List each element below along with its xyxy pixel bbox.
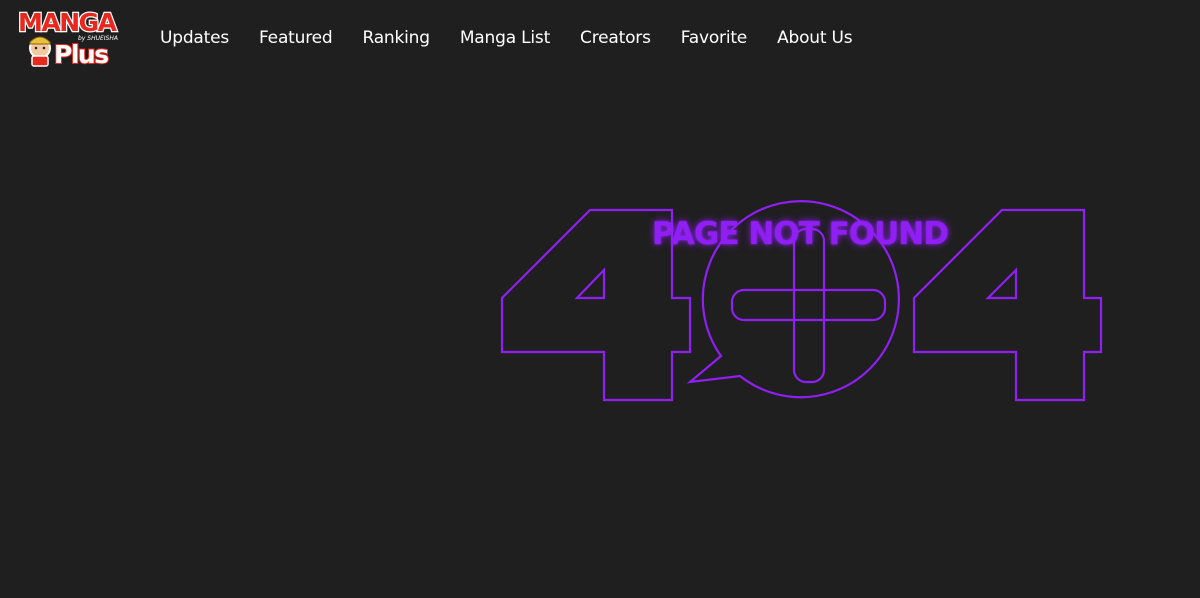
logo-graphic: MANGA Plus by SHUEISHA — [17, 7, 121, 70]
site-header: MANGA Plus by SHUEISHA Updates Featured … — [0, 0, 1200, 76]
nav-updates[interactable]: Updates — [160, 24, 229, 52]
manga-plus-logo[interactable]: MANGA Plus by SHUEISHA — [16, 6, 128, 70]
logo-manga-text: MANGA — [18, 8, 118, 37]
nav-ranking[interactable]: Ranking — [362, 24, 430, 52]
speech-bubble-plus-icon — [686, 200, 900, 399]
main-nav: Updates Featured Ranking Manga List Crea… — [160, 24, 882, 52]
digit-four-left — [500, 208, 692, 402]
mascot-icon — [29, 36, 51, 67]
nav-manga-list[interactable]: Manga List — [460, 24, 550, 52]
nav-creators[interactable]: Creators — [580, 24, 651, 52]
nav-about-us[interactable]: About Us — [777, 24, 853, 52]
digit-four-right — [912, 208, 1103, 402]
logo-tagline: by SHUEISHA — [78, 35, 118, 42]
nav-favorite[interactable]: Favorite — [681, 24, 748, 52]
logo-plus-text: Plus — [54, 40, 108, 69]
error-404-graphic — [500, 200, 1103, 402]
nav-featured[interactable]: Featured — [259, 24, 333, 52]
